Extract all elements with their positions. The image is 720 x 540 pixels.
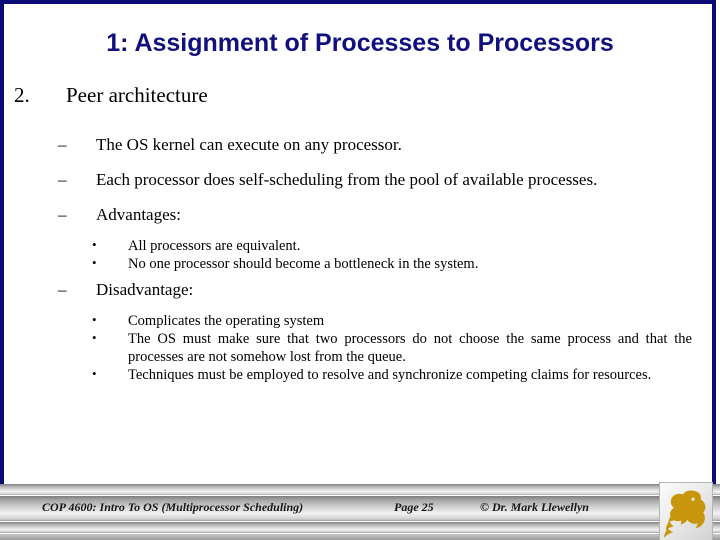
dash-bullet-icon: –: [58, 205, 67, 224]
list-item-sub-2: – Each processor does self-scheduling fr…: [0, 169, 720, 190]
slide-title: 1: Assignment of Processes to Processors: [106, 29, 614, 57]
dash-bullet-icon: –: [58, 170, 67, 189]
list-item-advantage: • No one processor should become a bottl…: [0, 255, 720, 273]
pegasus-logo: [659, 482, 713, 540]
slide-footer: COP 4600: Intro To OS (Multiprocessor Sc…: [0, 482, 720, 540]
list-item-label: Techniques must be employed to resolve a…: [128, 367, 652, 383]
list-item-numbered: 2. Peer architecture: [0, 82, 720, 108]
footer-band-top: [0, 484, 720, 495]
presentation-slide: 1: Assignment of Processes to Processors…: [0, 0, 720, 540]
round-bullet-icon: •: [92, 366, 97, 381]
footer-band-bottom: [0, 534, 720, 540]
list-item-label: The OS kernel can execute on any process…: [96, 135, 402, 154]
footer-copyright: © Dr. Mark Llewellyn: [480, 500, 589, 514]
list-number: 2.: [14, 83, 30, 107]
list-item-label: Peer architecture: [66, 83, 208, 107]
list-item-label: Each processor does self-scheduling from…: [96, 170, 598, 189]
list-item-advantage: • All processors are equivalent.: [0, 237, 720, 255]
dash-bullet-icon: –: [58, 135, 67, 154]
list-item-advantages-heading: – Advantages:: [0, 204, 720, 225]
round-bullet-icon: •: [92, 255, 97, 270]
slide-border-top: [0, 0, 716, 4]
list-item-disadvantage: • Complicates the operating system: [0, 312, 720, 330]
dash-bullet-icon: –: [58, 280, 67, 299]
list-item-disadvantage: • Techniques must be employed to resolve…: [0, 366, 720, 384]
list-item-disadvantage: • The OS must make sure that two process…: [0, 330, 720, 366]
list-item-label: All processors are equivalent.: [128, 238, 301, 254]
list-item-label: No one processor should become a bottlen…: [128, 256, 479, 272]
round-bullet-icon: •: [92, 330, 97, 345]
list-item-label: Disadvantage:: [96, 280, 194, 299]
list-item-disadvantage-heading: – Disadvantage:: [0, 279, 720, 300]
footer-band-lower: [0, 522, 720, 533]
round-bullet-icon: •: [92, 312, 97, 327]
list-item-label: Complicates the operating system: [128, 313, 325, 329]
list-item-label: Advantages:: [96, 205, 181, 224]
footer-course-label: COP 4600: Intro To OS (Multiprocessor Sc…: [42, 500, 304, 514]
footer-page-number: Page 25: [394, 500, 434, 514]
list-item-sub-1: – The OS kernel can execute on any proce…: [0, 134, 720, 155]
slide-body: 2. Peer architecture – The OS kernel can…: [0, 82, 720, 384]
list-item-label: The OS must make sure that two processor…: [128, 331, 692, 365]
round-bullet-icon: •: [92, 237, 97, 252]
